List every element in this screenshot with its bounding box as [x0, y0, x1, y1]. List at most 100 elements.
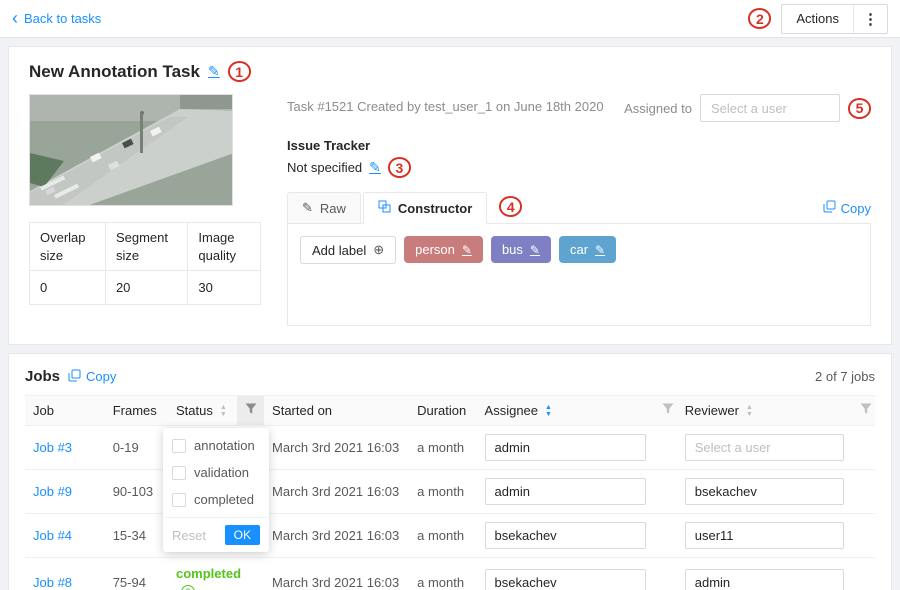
param-header-overlap: Overlap size — [30, 223, 106, 271]
annotation-circle-3: 3 — [388, 157, 411, 178]
assigned-to-label: Assigned to — [624, 101, 692, 116]
tab-raw-label: Raw — [320, 201, 346, 216]
edit-label-icon[interactable]: ✎ — [595, 243, 605, 257]
back-to-tasks-link[interactable]: ‹ Back to tasks — [12, 11, 101, 27]
label-chip-person[interactable]: person ✎ — [404, 236, 483, 263]
job-row-9: Job #9 90-103 March 3rd 2021 16:03 a mon… — [25, 470, 875, 514]
status-header-label: Status — [176, 403, 213, 418]
job-9-reviewer-select[interactable] — [685, 478, 845, 505]
column-header-duration: Duration — [409, 396, 476, 426]
frames-cell: 15-34 — [105, 514, 168, 558]
sort-icon-active[interactable]: ▲▼ — [545, 404, 552, 418]
label-chip-bus-name: bus — [502, 242, 523, 257]
copy-icon — [823, 200, 836, 216]
job-3-link[interactable]: Job #3 — [33, 440, 72, 455]
edit-issue-tracker-icon[interactable]: ✎ — [369, 159, 381, 176]
param-header-quality: Image quality — [188, 223, 261, 271]
column-header-status[interactable]: Status ▲▼ — [168, 396, 237, 426]
more-vertical-icon[interactable]: ⋮ — [854, 10, 887, 28]
job-4-assignee-select[interactable] — [485, 522, 647, 549]
page-title: New Annotation Task — [29, 62, 200, 82]
pencil-icon: ✎ — [302, 200, 313, 216]
started-cell: March 3rd 2021 16:03 — [264, 558, 409, 590]
copy-labels-link[interactable]: Copy — [823, 200, 871, 216]
job-row-3: Job #3 0-19 March 3rd 2021 16:03 a month — [25, 426, 875, 470]
label-chip-car[interactable]: car ✎ — [559, 236, 616, 263]
copy-jobs-link[interactable]: Copy — [68, 369, 116, 385]
copy-jobs-label: Copy — [86, 369, 116, 384]
edit-title-icon[interactable]: ✎ — [208, 63, 220, 80]
sort-icon[interactable]: ▲▼ — [746, 404, 753, 418]
filter-reset-button[interactable]: Reset — [172, 528, 206, 543]
duration-cell: a month — [409, 426, 476, 470]
frames-cell: 75-94 — [105, 558, 168, 590]
cvat-task-page: ‹ Back to tasks 2 Actions ⋮ New Annotati… — [0, 0, 900, 590]
status-cell: completed? — [168, 558, 237, 590]
jobs-count: 2 of 7 jobs — [815, 369, 875, 384]
actions-button[interactable]: Actions ⋮ — [781, 4, 888, 34]
filter-option-validation[interactable]: validation — [163, 459, 269, 486]
column-header-frames: Frames — [105, 396, 168, 426]
checkbox-unchecked[interactable] — [172, 493, 186, 507]
edit-label-icon[interactable]: ✎ — [462, 243, 472, 257]
filter-option-annotation[interactable]: annotation — [163, 432, 269, 459]
annotation-circle-5: 5 — [848, 98, 871, 119]
task-meta: Task #1521 Created by test_user_1 on Jun… — [287, 94, 624, 114]
job-row-8: Job #8 75-94 completed? March 3rd 2021 1… — [25, 558, 875, 590]
frames-cell: 90-103 — [105, 470, 168, 514]
status-filter-dropdown: annotation validation completed Reset OK — [163, 428, 269, 552]
started-cell: March 3rd 2021 16:03 — [264, 514, 409, 558]
duration-cell: a month — [409, 558, 476, 590]
issue-tracker-value: Not specified — [287, 160, 362, 175]
assignee-header-label: Assignee — [485, 403, 538, 418]
column-header-reviewer[interactable]: Reviewer ▲▼ — [677, 396, 853, 426]
job-9-assignee-select[interactable] — [485, 478, 647, 505]
help-circle-icon[interactable]: ? — [181, 585, 195, 590]
started-cell: March 3rd 2021 16:03 — [264, 470, 409, 514]
filter-option-label: annotation — [194, 438, 255, 453]
tab-raw[interactable]: ✎ Raw — [287, 192, 361, 223]
chevron-left-icon: ‹ — [12, 9, 18, 27]
plus-circle-icon: ⊕ — [373, 242, 384, 258]
filter-option-completed[interactable]: completed — [163, 486, 269, 513]
job-8-link[interactable]: Job #8 — [33, 575, 72, 590]
frames-cell: 0-19 — [105, 426, 168, 470]
duration-cell: a month — [409, 470, 476, 514]
job-8-reviewer-select[interactable] — [685, 569, 845, 590]
job-4-reviewer-select[interactable] — [685, 522, 845, 549]
job-row-4: Job #4 15-34 March 3rd 2021 16:03 a mont… — [25, 514, 875, 558]
jobs-card: Jobs Copy 2 of 7 jobs Job Fram — [8, 353, 892, 590]
add-label-button[interactable]: Add label ⊕ — [300, 236, 396, 264]
tab-constructor[interactable]: Constructor — [363, 192, 487, 224]
param-value-segment: 20 — [105, 271, 187, 305]
column-header-assignee[interactable]: Assignee ▲▼ — [477, 396, 655, 426]
job-8-assignee-select[interactable] — [485, 569, 647, 590]
edit-label-icon[interactable]: ✎ — [530, 243, 540, 257]
task-assignee-select[interactable] — [700, 94, 840, 122]
assignee-filter-icon[interactable] — [654, 396, 676, 426]
job-3-assignee-select[interactable] — [485, 434, 647, 461]
started-cell: March 3rd 2021 16:03 — [264, 426, 409, 470]
sort-icon[interactable]: ▲▼ — [220, 404, 227, 418]
column-header-job: Job — [25, 396, 105, 426]
reviewer-filter-icon[interactable] — [852, 396, 875, 426]
status-filter-icon[interactable] — [237, 396, 264, 426]
reviewer-header-label: Reviewer — [685, 403, 739, 418]
block-icon — [378, 200, 391, 216]
back-to-tasks-label: Back to tasks — [24, 11, 101, 26]
label-chip-bus[interactable]: bus ✎ — [491, 236, 551, 263]
task-preview-image — [29, 94, 233, 206]
param-value-overlap: 0 — [30, 271, 106, 305]
jobs-table-header-row: Job Frames Status ▲▼ — [25, 396, 875, 426]
filter-ok-button[interactable]: OK — [225, 525, 260, 545]
issue-tracker-label: Issue Tracker — [287, 138, 871, 153]
copy-labels-label: Copy — [841, 201, 871, 216]
filter-option-label: completed — [194, 492, 254, 507]
job-9-link[interactable]: Job #9 — [33, 484, 72, 499]
checkbox-unchecked[interactable] — [172, 466, 186, 480]
checkbox-unchecked[interactable] — [172, 439, 186, 453]
job-3-reviewer-select[interactable] — [685, 434, 845, 461]
job-4-link[interactable]: Job #4 — [33, 528, 72, 543]
param-value-quality: 30 — [188, 271, 261, 305]
jobs-table: Job Frames Status ▲▼ — [25, 395, 875, 590]
